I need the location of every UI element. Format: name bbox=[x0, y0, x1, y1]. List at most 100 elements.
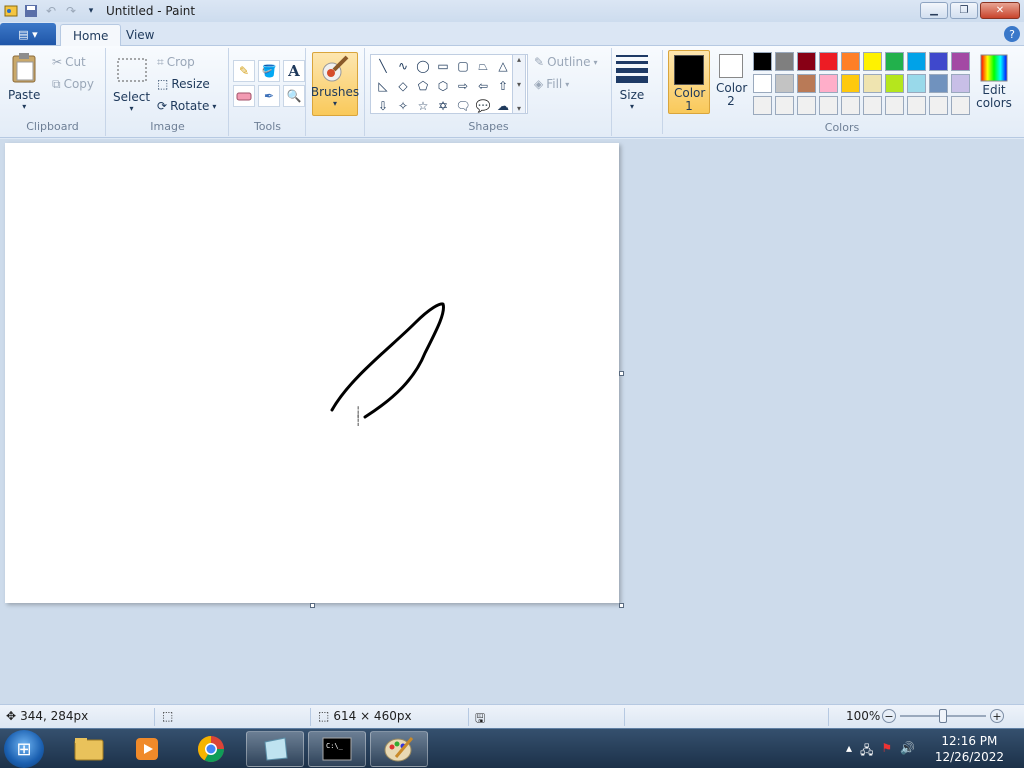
start-button[interactable]: ⊞ bbox=[4, 730, 44, 768]
tab-home[interactable]: Home bbox=[60, 24, 122, 46]
select-button[interactable]: Select ▾ bbox=[113, 54, 150, 113]
paste-button[interactable]: Paste ▾ bbox=[8, 52, 40, 111]
palette-swatch[interactable] bbox=[819, 74, 838, 93]
palette-swatch[interactable] bbox=[753, 96, 772, 115]
palette-swatch[interactable] bbox=[885, 52, 904, 71]
show-hidden-icons-icon[interactable]: ▴ bbox=[846, 741, 852, 762]
volume-icon[interactable]: 🔊 bbox=[900, 741, 915, 762]
canvas-resize-handle-corner[interactable] bbox=[619, 603, 624, 608]
right-arrow-shape-icon[interactable]: ⇨ bbox=[453, 76, 473, 96]
text-icon[interactable]: A bbox=[283, 60, 305, 82]
outline-button[interactable]: ✎ Outline ▾ bbox=[534, 52, 598, 72]
palette-swatch[interactable] bbox=[797, 74, 816, 93]
palette-swatch[interactable] bbox=[775, 52, 794, 71]
palette-swatch[interactable] bbox=[907, 52, 926, 71]
palette-swatch[interactable] bbox=[819, 52, 838, 71]
drawing-canvas[interactable] bbox=[5, 143, 619, 603]
hexagon-shape-icon[interactable]: ⬡ bbox=[433, 76, 453, 96]
pencil-icon[interactable]: ✎ bbox=[233, 60, 255, 82]
shapes-scrollbar[interactable]: ▴ ▾ ▾ bbox=[512, 54, 526, 114]
taskbar-media-player[interactable] bbox=[118, 731, 176, 767]
magnifier-icon[interactable]: 🔍 bbox=[283, 85, 305, 107]
curve-shape-icon[interactable]: ∿ bbox=[393, 56, 413, 76]
zoom-out-icon[interactable]: − bbox=[882, 709, 896, 723]
palette-swatch[interactable] bbox=[863, 52, 882, 71]
palette-swatch[interactable] bbox=[907, 74, 926, 93]
palette-swatch[interactable] bbox=[951, 96, 970, 115]
rotate-button[interactable]: ⟳ Rotate ▾ bbox=[157, 96, 216, 116]
minimize-button[interactable]: ▁ bbox=[920, 2, 948, 19]
color1-button[interactable]: Color 1 bbox=[668, 50, 710, 114]
color2-button[interactable]: Color 2 bbox=[712, 54, 750, 108]
palette-swatch[interactable] bbox=[929, 96, 948, 115]
clock[interactable]: 12:16 PM 12/26/2022 bbox=[935, 733, 1004, 765]
taskbar-cmd[interactable]: C:\_ bbox=[308, 731, 366, 767]
palette-swatch[interactable] bbox=[797, 52, 816, 71]
save-icon[interactable] bbox=[22, 2, 40, 20]
canvas-resize-handle-right[interactable] bbox=[619, 371, 624, 376]
edit-colors-button[interactable]: Edit colors bbox=[975, 52, 1013, 110]
up-arrow-shape-icon[interactable]: ⇧ bbox=[493, 76, 513, 96]
palette-swatch[interactable] bbox=[775, 74, 794, 93]
zoom-in-icon[interactable]: + bbox=[990, 709, 1004, 723]
right-triangle-shape-icon[interactable]: ◺ bbox=[373, 76, 393, 96]
palette-swatch[interactable] bbox=[907, 96, 926, 115]
down-arrow-shape-icon[interactable]: ⇩ bbox=[373, 96, 393, 116]
canvas-workspace[interactable]: ┆ ┆ bbox=[0, 139, 1024, 704]
palette-swatch[interactable] bbox=[753, 52, 772, 71]
restore-button[interactable]: ❐ bbox=[950, 2, 978, 19]
fill-bucket-icon[interactable]: 🪣 bbox=[258, 60, 280, 82]
resize-button[interactable]: ⬚ Resize bbox=[157, 74, 210, 94]
palette-swatch[interactable] bbox=[863, 74, 882, 93]
fill-button[interactable]: ◈ Fill ▾ bbox=[534, 74, 569, 94]
taskbar-notepad[interactable] bbox=[246, 731, 304, 767]
palette-swatch[interactable] bbox=[775, 96, 794, 115]
taskbar-explorer[interactable] bbox=[60, 731, 118, 767]
five-point-star-shape-icon[interactable]: ☆ bbox=[413, 96, 433, 116]
palette-swatch[interactable] bbox=[841, 74, 860, 93]
rounded-rectangle-shape-icon[interactable]: ▢ bbox=[453, 56, 473, 76]
brushes-button[interactable]: Brushes ▾ bbox=[311, 52, 359, 116]
diamond-shape-icon[interactable]: ◇ bbox=[393, 76, 413, 96]
paint-menu-button[interactable]: ▤ ▾ bbox=[0, 23, 56, 45]
action-center-icon[interactable]: ⚑ bbox=[881, 741, 892, 762]
six-point-star-shape-icon[interactable]: ✡ bbox=[433, 96, 453, 116]
rect-callout-shape-icon[interactable]: 🗨 bbox=[453, 96, 473, 116]
customize-quick-access-icon[interactable]: ▾ bbox=[82, 2, 100, 20]
color-picker-icon[interactable]: ✒ bbox=[258, 85, 280, 107]
palette-swatch[interactable] bbox=[929, 52, 948, 71]
zoom-slider-thumb[interactable] bbox=[939, 709, 947, 723]
taskbar-chrome[interactable] bbox=[182, 731, 240, 767]
pentagon-shape-icon[interactable]: ⬠ bbox=[413, 76, 433, 96]
taskbar-paint[interactable] bbox=[370, 731, 428, 767]
copy-button[interactable]: ⧉ Copy bbox=[52, 74, 94, 94]
rectangle-shape-icon[interactable]: ▭ bbox=[433, 56, 453, 76]
palette-swatch[interactable] bbox=[841, 96, 860, 115]
palette-swatch[interactable] bbox=[753, 74, 772, 93]
zoom-slider[interactable]: − + bbox=[882, 709, 1020, 723]
line-shape-icon[interactable]: ╲ bbox=[373, 56, 393, 76]
tab-view[interactable]: View bbox=[114, 24, 166, 46]
redo-icon[interactable]: ↷ bbox=[62, 2, 80, 20]
polygon-shape-icon[interactable]: ⏢ bbox=[473, 56, 493, 76]
triangle-shape-icon[interactable]: △ bbox=[493, 56, 513, 76]
left-arrow-shape-icon[interactable]: ⇦ bbox=[473, 76, 493, 96]
palette-swatch[interactable] bbox=[863, 96, 882, 115]
palette-swatch[interactable] bbox=[797, 96, 816, 115]
palette-swatch[interactable] bbox=[885, 96, 904, 115]
help-icon[interactable]: ? bbox=[1004, 26, 1020, 42]
palette-swatch[interactable] bbox=[929, 74, 948, 93]
palette-swatch[interactable] bbox=[841, 52, 860, 71]
palette-swatch[interactable] bbox=[951, 52, 970, 71]
palette-swatch[interactable] bbox=[819, 96, 838, 115]
four-point-star-shape-icon[interactable]: ✧ bbox=[393, 96, 413, 116]
canvas-resize-handle-bottom[interactable] bbox=[310, 603, 315, 608]
paint-app-icon[interactable] bbox=[2, 2, 20, 20]
close-button[interactable]: ✕ bbox=[980, 2, 1020, 19]
network-icon[interactable]: 🖧 bbox=[860, 741, 873, 762]
oval-callout-shape-icon[interactable]: 💬 bbox=[473, 96, 493, 116]
undo-icon[interactable]: ↶ bbox=[42, 2, 60, 20]
cut-button[interactable]: ✂ Cut bbox=[52, 52, 86, 72]
palette-swatch[interactable] bbox=[885, 74, 904, 93]
cloud-callout-shape-icon[interactable]: ☁ bbox=[493, 96, 513, 116]
